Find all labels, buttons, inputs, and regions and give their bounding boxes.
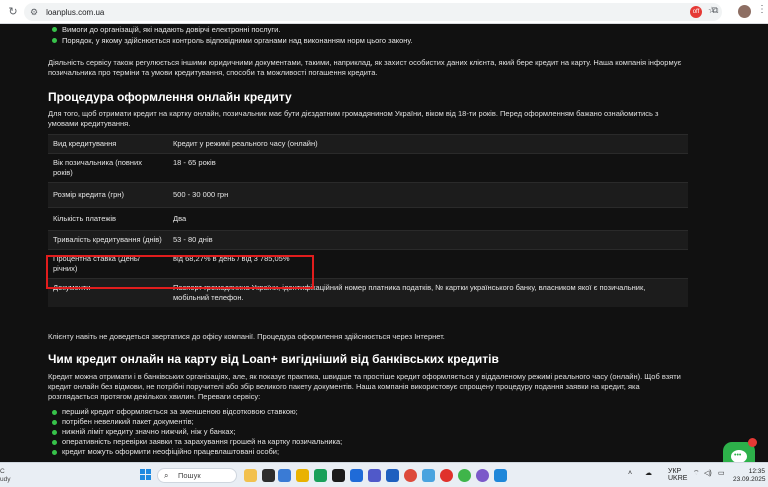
opera-icon[interactable] <box>440 469 453 482</box>
chat-widget-button[interactable]: ••• <box>723 438 757 462</box>
list-item: кредит можуть оформити неофіційно працев… <box>48 447 688 457</box>
extension-badge[interactable]: off <box>690 5 702 18</box>
url-text[interactable]: loanplus.com.ua <box>46 8 104 17</box>
viber-icon[interactable] <box>476 469 489 482</box>
volume-icon[interactable]: ◁) <box>704 470 712 477</box>
list-item: нижній ліміт кредиту значно нижчий, ніж … <box>48 427 688 437</box>
dropbox-icon[interactable] <box>386 469 399 482</box>
table-cell-label: Розмір кредита (грн) <box>48 182 168 208</box>
task-view-icon[interactable] <box>262 469 275 482</box>
clock[interactable]: 12:35 23.09.2025 <box>733 468 766 484</box>
language-indicator[interactable]: УКР UKRE <box>668 468 687 482</box>
app-l-icon[interactable] <box>350 469 363 482</box>
table-cell-value: 18 - 65 років <box>168 153 688 183</box>
table-row: Кількість платежів Два <box>48 207 688 231</box>
intro-paragraph: Діяльність сервісу також регулюється інш… <box>48 58 682 77</box>
search-icon: ⌕ <box>164 471 169 480</box>
table-cell-label: Кількість платежів <box>48 207 168 231</box>
table-cell-label: Вік позичальника (повних років) <box>48 153 168 183</box>
after-table-paragraph: Клієнту навіть не доведеться звертатися … <box>48 332 445 341</box>
table-cell-value: Два <box>168 207 688 231</box>
address-bar[interactable]: ⚙ loanplus.com.ua ⊘ ☆ <box>24 3 722 21</box>
menu-icon[interactable]: ⋮ <box>757 4 767 15</box>
battery-icon[interactable]: ▭ <box>718 470 725 477</box>
app-icon[interactable] <box>422 469 435 482</box>
chrome-icon[interactable] <box>404 469 417 482</box>
notification-dot <box>748 438 757 447</box>
list-item: Порядок, у якому здійснюється контроль в… <box>48 35 688 46</box>
section-title-advantages: Чим кредит онлайн на карту від Loan+ виг… <box>48 352 499 366</box>
app-icon[interactable] <box>494 469 507 482</box>
wifi-icon[interactable]: ⌔ <box>693 470 700 477</box>
table-cell-value: 500 - 30 000 грн <box>168 182 688 208</box>
profile-avatar[interactable] <box>738 5 751 18</box>
store-icon[interactable] <box>332 469 345 482</box>
list-item: перший кредит оформляється за зменшеною … <box>48 407 688 417</box>
browser-toolbar: ↻ ⚙ loanplus.com.ua ⊘ ☆ off ⧉ ⋮ <box>0 0 768 24</box>
procedure-paragraph: Для того, щоб отримати кредит на картку … <box>48 109 659 128</box>
browser-edge-icon[interactable] <box>278 469 291 482</box>
list-item: потрібен невеликий пакет документів; <box>48 417 688 427</box>
windows-start-icon[interactable] <box>140 469 152 481</box>
bullet-list-advantages: перший кредит оформляється за зменшеною … <box>48 407 688 457</box>
cloud-icon[interactable]: ☁ <box>645 470 652 477</box>
table-cell-value: Кредит у режимі реального часу (онлайн) <box>168 134 688 154</box>
copilot-widget-icon[interactable] <box>244 469 257 482</box>
advantages-paragraph: Кредит можна отримати і в банківських ор… <box>48 372 681 401</box>
list-item: оперативність перевірки заявки та зараху… <box>48 437 688 447</box>
table-cell-value: 53 - 80 днів <box>168 230 688 250</box>
windows-taskbar: Cudy ⌕ Пошук ˄ ☁ УКР UKRE ⌔ ◁) ▭ 12:35 23.… <box>0 462 768 487</box>
list-item: Вимоги до організацій, які надають довір… <box>48 24 688 35</box>
table-row: Розмір кредита (грн) 500 - 30 000 грн <box>48 182 688 208</box>
section-title-procedure: Процедура оформлення онлайн кредиту <box>48 90 292 104</box>
table-row: Тривалість кредитування (днів) 53 - 80 дн… <box>48 230 688 250</box>
chat-dots: ••• <box>734 452 742 459</box>
app-icon[interactable] <box>314 469 327 482</box>
extensions-icon[interactable]: ⧉ <box>712 5 718 16</box>
highlight-box <box>46 255 314 289</box>
page-content: Вимоги до організацій, які надають довір… <box>0 24 768 462</box>
file-explorer-icon[interactable] <box>296 469 309 482</box>
table-row: Вік позичальника (повних років) 18 - 65 р… <box>48 153 688 183</box>
table-row: Вид кредитування Кредит у режимі реальног… <box>48 134 688 154</box>
reload-icon[interactable]: ↻ <box>6 5 20 19</box>
table-cell-label: Вид кредитування <box>48 134 168 154</box>
taskbar-search-input[interactable]: ⌕ Пошук <box>157 468 237 483</box>
table-cell-label: Тривалість кредитування (днів) <box>48 230 168 250</box>
weather-widget[interactable]: Cudy <box>0 468 10 484</box>
app-icon[interactable] <box>458 469 471 482</box>
teams-icon[interactable] <box>368 469 381 482</box>
bullet-list-top: Вимоги до організацій, які надають довір… <box>48 24 688 46</box>
site-info-icon[interactable]: ⚙ <box>30 7 38 18</box>
tray-chevron-icon[interactable]: ˄ <box>628 470 632 477</box>
